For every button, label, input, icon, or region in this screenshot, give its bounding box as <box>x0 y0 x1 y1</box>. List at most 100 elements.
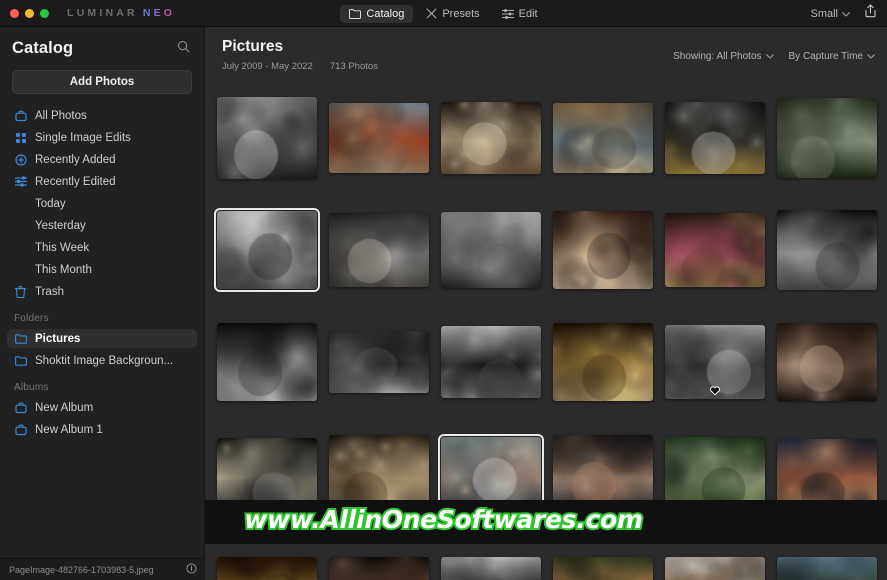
photo-thumbnail[interactable] <box>553 103 653 173</box>
photo-cell[interactable] <box>665 306 765 418</box>
folder-icon <box>14 354 27 367</box>
sidebar-item-single-image-edits[interactable]: Single Image Edits <box>7 128 197 147</box>
photo-thumbnail[interactable] <box>777 98 877 178</box>
photo-thumbnail-image <box>665 213 765 287</box>
photo-thumbnail-image <box>329 213 429 287</box>
photo-thumbnail[interactable] <box>441 557 541 580</box>
photo-thumbnail-selected[interactable] <box>214 208 320 292</box>
photo-cell[interactable] <box>441 194 541 306</box>
photo-thumbnail[interactable] <box>777 323 877 401</box>
photo-cell[interactable] <box>553 306 653 418</box>
share-button[interactable] <box>864 4 877 23</box>
sidebar-item-today[interactable]: Today <box>7 194 197 213</box>
sidebar-item-this-month[interactable]: This Month <box>7 260 197 279</box>
photo-cell[interactable] <box>665 194 765 306</box>
photo-thumbnail[interactable] <box>777 210 877 290</box>
photo-thumbnail[interactable] <box>553 557 653 580</box>
add-photos-button[interactable]: Add Photos <box>12 70 192 94</box>
photo-cell[interactable] <box>217 82 317 194</box>
photo-cell[interactable] <box>217 306 317 418</box>
photo-thumbnail-image <box>329 103 429 173</box>
photo-thumbnail[interactable] <box>329 331 429 393</box>
folder-icon <box>349 8 362 19</box>
app-logo: LUMINAR NEO <box>67 7 175 19</box>
sliders-icon <box>14 175 27 188</box>
sidebar-item-yesterday[interactable]: Yesterday <box>7 216 197 235</box>
sidebar-album-new-album-1[interactable]: New Album 1 <box>7 420 197 439</box>
photo-thumbnail[interactable] <box>217 557 317 580</box>
photo-thumbnail[interactable] <box>329 213 429 287</box>
photo-thumbnail[interactable] <box>441 326 541 398</box>
albums-section-header: Albums <box>14 382 49 393</box>
sidebar-item-this-week[interactable]: This Week <box>7 238 197 257</box>
photo-thumbnail[interactable] <box>553 323 653 401</box>
photo-thumbnail[interactable] <box>665 213 765 287</box>
photo-cell[interactable] <box>777 82 877 194</box>
sidebar-album-new-album[interactable]: New Album <box>7 398 197 417</box>
sidebar-folder-shoktit[interactable]: Shoktit Image Backgroun... <box>7 351 197 370</box>
traffic-lights <box>0 8 49 18</box>
photo-cell[interactable] <box>553 82 653 194</box>
photo-thumbnail[interactable] <box>777 439 877 509</box>
date-range: July 2009 - May 2022 <box>222 61 313 72</box>
photo-thumbnail[interactable] <box>665 557 765 580</box>
photo-cell[interactable] <box>329 194 429 306</box>
sort-selector[interactable]: By Capture Time <box>789 51 875 62</box>
tab-catalog[interactable]: Catalog <box>340 4 414 23</box>
photo-cell[interactable] <box>441 82 541 194</box>
thumbnail-size-selector[interactable]: Small <box>810 8 850 20</box>
sidebar-item-label: This Week <box>35 241 90 254</box>
close-window-button[interactable] <box>10 8 19 18</box>
photo-thumbnail[interactable] <box>217 323 317 401</box>
sidebar-item-all-photos[interactable]: All Photos <box>7 106 197 125</box>
photo-thumbnail[interactable] <box>329 557 429 580</box>
sidebar-folder-pictures[interactable]: Pictures <box>7 329 197 348</box>
photo-thumbnail-image <box>217 211 317 289</box>
chevron-down-icon <box>867 54 875 59</box>
sidebar-item-recently-edited[interactable]: Recently Edited <box>7 172 197 191</box>
photo-cell[interactable] <box>214 194 320 306</box>
chevron-down-icon <box>765 54 774 59</box>
photo-thumbnail[interactable] <box>217 97 317 179</box>
info-circle-icon[interactable] <box>186 561 197 579</box>
photo-cell[interactable] <box>441 306 541 418</box>
folder-icon <box>14 332 27 345</box>
photo-cell[interactable] <box>665 82 765 194</box>
sidebar-item-trash[interactable]: Trash <box>7 282 197 301</box>
photo-grid-row <box>217 82 877 194</box>
tab-presets[interactable]: Presets <box>417 5 488 23</box>
sidebar-item-recently-added[interactable]: Recently Added <box>7 150 197 169</box>
sidebar: Catalog Add Photos All Photos Single Ima… <box>0 27 205 580</box>
all-photos-icon <box>14 109 27 122</box>
showing-filter[interactable]: Showing: All Photos <box>673 51 774 62</box>
plus-circle-icon <box>14 153 27 166</box>
content-subtitle: July 2009 - May 2022 713 Photos <box>222 61 871 72</box>
sidebar-header: Catalog <box>0 27 204 58</box>
photo-thumbnail-image <box>777 98 877 178</box>
photo-thumbnail[interactable] <box>665 102 765 174</box>
photo-thumbnail-image <box>441 212 541 288</box>
photo-thumbnail[interactable] <box>553 211 653 289</box>
photo-cell[interactable] <box>777 306 877 418</box>
photo-thumbnail[interactable] <box>329 103 429 173</box>
photo-cell[interactable] <box>777 194 877 306</box>
photo-thumbnail-image <box>441 102 541 174</box>
minimize-window-button[interactable] <box>25 8 34 18</box>
sidebar-item-label: Recently Edited <box>35 175 116 188</box>
photo-cell[interactable] <box>329 82 429 194</box>
photo-thumbnail[interactable] <box>665 325 765 399</box>
tab-edit[interactable]: Edit <box>493 5 547 23</box>
photo-thumbnail-image <box>217 323 317 401</box>
favorite-heart-icon[interactable] <box>709 385 721 396</box>
sidebar-item-label: Today <box>35 197 66 210</box>
presets-icon <box>426 8 437 19</box>
photo-cell[interactable] <box>553 194 653 306</box>
photo-thumbnail[interactable] <box>441 212 541 288</box>
photo-cell[interactable] <box>329 306 429 418</box>
maximize-window-button[interactable] <box>40 8 49 18</box>
photo-thumbnail[interactable] <box>441 102 541 174</box>
search-icon[interactable] <box>177 40 190 58</box>
content-filters: Showing: All Photos By Capture Time <box>673 51 875 62</box>
sidebar-album-label: New Album <box>35 401 94 414</box>
photo-thumbnail[interactable] <box>777 557 877 580</box>
